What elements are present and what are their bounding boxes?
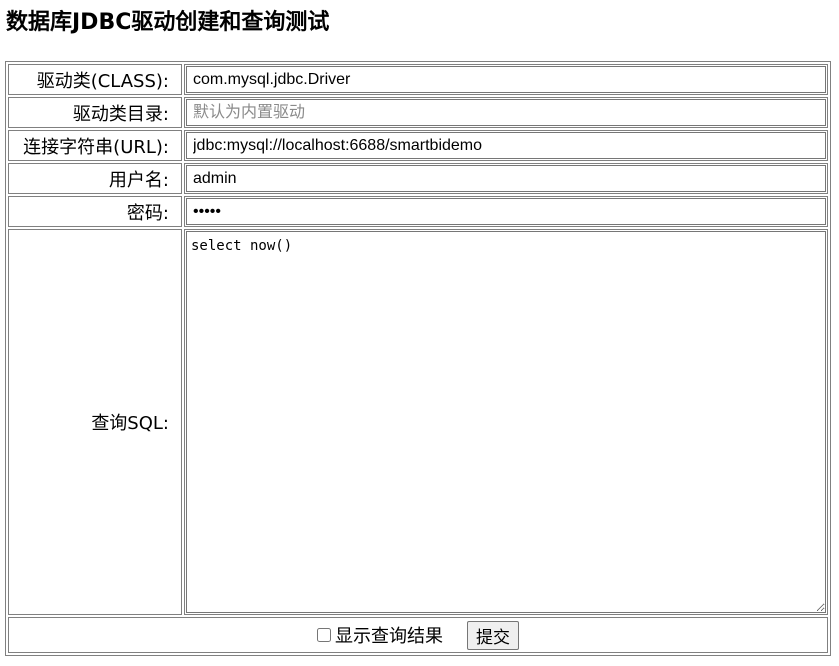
sql-textarea[interactable]: select now() — [186, 231, 826, 613]
url-label: 连接字符串(URL): — [8, 130, 182, 161]
url-input[interactable] — [186, 132, 826, 159]
username-row: 用户名: — [8, 163, 828, 194]
driver-dir-row: 驱动类目录: — [8, 97, 828, 128]
driver-dir-input[interactable] — [186, 99, 826, 126]
driver-class-row: 驱动类(CLASS): — [8, 64, 828, 95]
jdbc-form-table: 驱动类(CLASS): 驱动类目录: 连接字符串(URL): 用户名: 密码: … — [5, 61, 831, 656]
driver-dir-label: 驱动类目录: — [8, 97, 182, 128]
password-label: 密码: — [8, 196, 182, 227]
sql-row: 查询SQL: select now() — [8, 229, 828, 615]
footer-row: 显示查询结果 提交 — [8, 617, 828, 653]
driver-class-label: 驱动类(CLASS): — [8, 64, 182, 95]
show-result-checkbox[interactable] — [317, 628, 331, 642]
show-result-label[interactable]: 显示查询结果 — [335, 622, 443, 648]
username-input[interactable] — [186, 165, 826, 192]
driver-class-input[interactable] — [186, 66, 826, 93]
password-row: 密码: — [8, 196, 828, 227]
password-input[interactable] — [186, 198, 826, 225]
submit-button[interactable]: 提交 — [467, 620, 519, 650]
url-row: 连接字符串(URL): — [8, 130, 828, 161]
page-title: 数据库JDBC驱动创建和查询测试 — [6, 10, 330, 35]
sql-label: 查询SQL: — [8, 229, 182, 615]
username-label: 用户名: — [8, 163, 182, 194]
